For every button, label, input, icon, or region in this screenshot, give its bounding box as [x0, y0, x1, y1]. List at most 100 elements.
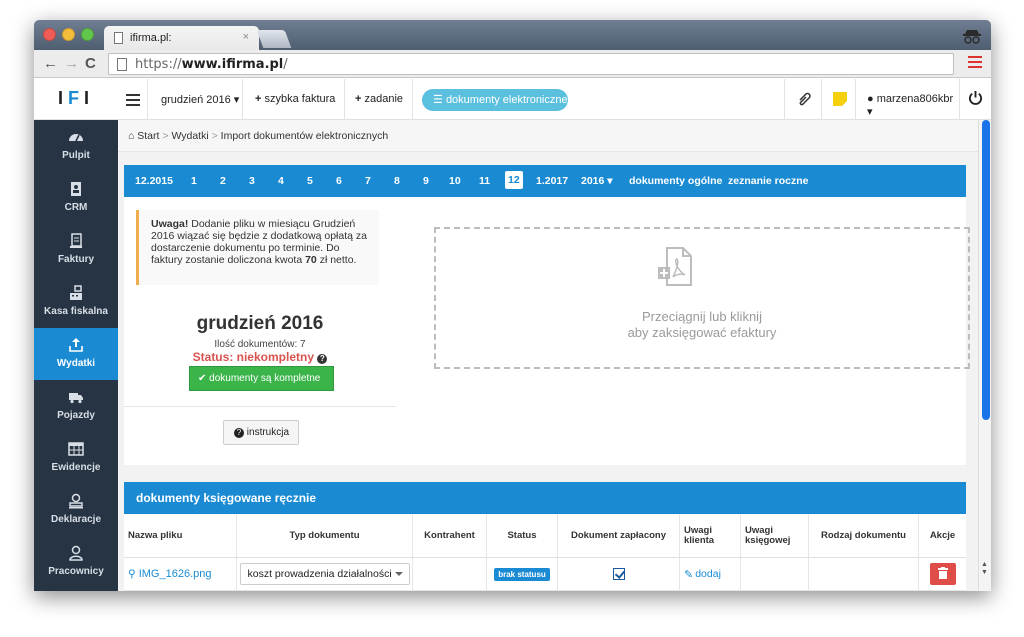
- sidebar-item-kasa-fiskalna[interactable]: Kasa fiskalna: [34, 276, 118, 328]
- browser-menu-icon[interactable]: [968, 56, 982, 70]
- user-menu[interactable]: ● marzena806kbr ▾: [856, 79, 960, 120]
- sidebar-item-crm[interactable]: CRM: [34, 172, 118, 224]
- month-link[interactable]: 1: [191, 175, 197, 187]
- close-window-button[interactable]: [43, 28, 56, 41]
- breadcrumb-wydatki[interactable]: Wydatki: [171, 130, 208, 142]
- help-icon[interactable]: ?: [317, 354, 328, 364]
- add-task-button[interactable]: + zadanie: [345, 79, 413, 120]
- table-row-cell-type: koszt prowadzenia działalności: [237, 558, 413, 591]
- browser-tab[interactable]: ifirma.pl: ×: [104, 26, 259, 50]
- stamp-icon: [69, 493, 83, 509]
- dropzone-text: Przeciągnij lub kliknij aby zaksięgować …: [627, 309, 777, 340]
- logout-button[interactable]: [960, 79, 991, 120]
- instruction-button[interactable]: ? instrukcja: [223, 420, 299, 445]
- month-link[interactable]: 6: [336, 175, 342, 187]
- divider: [124, 406, 396, 407]
- tab-close-icon[interactable]: ×: [243, 31, 249, 43]
- person-icon: [69, 545, 83, 561]
- month-link[interactable]: 2: [220, 175, 226, 187]
- app-area: IFI Pulpit CRM Faktury Kasa fiskalna Wyd…: [34, 79, 991, 591]
- delete-button[interactable]: [929, 563, 956, 585]
- caret-down-icon: [394, 572, 403, 576]
- add-note-link[interactable]: dodaj: [695, 568, 721, 580]
- year-selector[interactable]: 2016 ▾: [581, 175, 613, 187]
- app-top-bar: grudzień 2016 ▾ + szybka faktura + zadan…: [118, 79, 991, 120]
- column-header: Uwagi księgowej: [741, 514, 809, 558]
- table-icon: [68, 442, 84, 456]
- scroll-thumb[interactable]: [982, 120, 990, 420]
- new-tab-button[interactable]: [256, 30, 292, 48]
- sidebar-item-pulpit[interactable]: Pulpit: [34, 120, 118, 172]
- table-row-cell-contractor: [413, 558, 487, 591]
- general-documents-link[interactable]: dokumenty ogólne: [629, 175, 722, 187]
- main-content: 12.2015 1 2 3 4 5 6 7 8 9 10 11 12 1.201…: [118, 152, 978, 591]
- attachments-button[interactable]: [784, 79, 822, 120]
- month-link[interactable]: 11: [479, 175, 490, 187]
- month-link[interactable]: 12.2015: [135, 175, 173, 187]
- month-link[interactable]: 8: [394, 175, 400, 187]
- list-icon: ☰: [433, 94, 443, 106]
- column-header: Kontrahent: [413, 514, 487, 558]
- dashboard-icon: [69, 134, 83, 142]
- cash-register-icon: [70, 285, 82, 300]
- browser-titlebar: ifirma.pl: ×: [34, 20, 991, 50]
- status-badge: brak statusu: [494, 567, 550, 581]
- breadcrumb-start[interactable]: Start: [137, 130, 159, 142]
- maximize-window-button[interactable]: [81, 28, 94, 41]
- notes-button[interactable]: [822, 79, 856, 120]
- month-link[interactable]: 9: [423, 175, 429, 187]
- back-arrow-icon[interactable]: ←: [43, 55, 58, 72]
- annual-return-link[interactable]: zeznanie roczne: [728, 175, 809, 187]
- page-scrollbar[interactable]: ▲ ▼: [978, 120, 991, 591]
- sidebar-item-pojazdy[interactable]: Pojazdy: [34, 380, 118, 432]
- sticky-note-icon: [833, 92, 847, 106]
- month-link[interactable]: 5: [307, 175, 313, 187]
- paperclip-icon: [799, 92, 811, 106]
- caret-down-icon: ▾: [867, 106, 873, 118]
- truck-icon: [69, 393, 83, 404]
- scroll-arrows[interactable]: ▲ ▼: [981, 561, 988, 577]
- documents-complete-button[interactable]: ✔ dokumenty są kompletne: [189, 366, 334, 391]
- sidebar-item-pracownicy[interactable]: Pracownicy: [34, 536, 118, 588]
- table-title: dokumenty księgowane ręcznie: [124, 482, 966, 514]
- address-bar[interactable]: https://www.ifirma.pl/: [108, 53, 954, 75]
- upload-icon: [69, 338, 83, 352]
- hamburger-menu-icon[interactable]: [118, 79, 148, 120]
- table-row-cell-paid: [558, 558, 680, 591]
- sidebar-item-ewidencje[interactable]: Ewidencje: [34, 432, 118, 484]
- column-header: Nazwa pliku: [124, 514, 237, 558]
- ifirma-logo[interactable]: IFI: [34, 79, 118, 120]
- sidebar: IFI Pulpit CRM Faktury Kasa fiskalna Wyd…: [34, 79, 118, 591]
- page-icon: [117, 58, 127, 71]
- file-link[interactable]: IMG_1626.png: [139, 568, 212, 580]
- month-link[interactable]: 10: [449, 175, 461, 187]
- power-icon: [968, 90, 983, 105]
- table-row-cell-status: brak statusu: [487, 558, 558, 591]
- forward-arrow-icon[interactable]: →: [64, 55, 79, 72]
- sidebar-item-wydatki[interactable]: Wydatki: [34, 328, 118, 380]
- month-link-selected[interactable]: 12: [505, 171, 523, 189]
- help-icon: ?: [234, 428, 244, 438]
- plus-icon: +: [255, 93, 262, 105]
- column-header: Rodzaj dokumentu: [809, 514, 919, 558]
- month-link[interactable]: 4: [278, 175, 284, 187]
- reload-icon[interactable]: C: [85, 55, 96, 72]
- month-link[interactable]: 3: [249, 175, 255, 187]
- column-header: Status: [487, 514, 558, 558]
- pdf-file-icon: [658, 247, 692, 286]
- document-type-select[interactable]: koszt prowadzenia działalności: [239, 563, 410, 585]
- month-selector[interactable]: grudzień 2016 ▾: [148, 79, 243, 120]
- sidebar-item-faktury[interactable]: Faktury: [34, 224, 118, 276]
- month-link[interactable]: 7: [365, 175, 371, 187]
- minimize-window-button[interactable]: [62, 28, 75, 41]
- upload-panel: Uwaga! Dodanie pliku w miesiącu Grudzień…: [124, 197, 970, 465]
- month-navigation: 12.2015 1 2 3 4 5 6 7 8 9 10 11 12 1.201…: [124, 165, 966, 197]
- file-dropzone[interactable]: Przeciągnij lub kliknij aby zaksięgować …: [434, 227, 970, 369]
- breadcrumb-current: Import dokumentów elektronicznych: [220, 130, 389, 142]
- breadcrumb: ⌂ Start > Wydatki > Import dokumentów el…: [118, 120, 978, 152]
- quick-invoice-button[interactable]: + szybka faktura: [243, 79, 345, 120]
- electronic-documents-button[interactable]: ☰ dokumenty elektroniczne: [422, 89, 568, 111]
- paid-checkbox[interactable]: [612, 568, 625, 580]
- sidebar-item-deklaracje[interactable]: Deklaracje: [34, 484, 118, 536]
- month-link[interactable]: 1.2017: [536, 175, 568, 187]
